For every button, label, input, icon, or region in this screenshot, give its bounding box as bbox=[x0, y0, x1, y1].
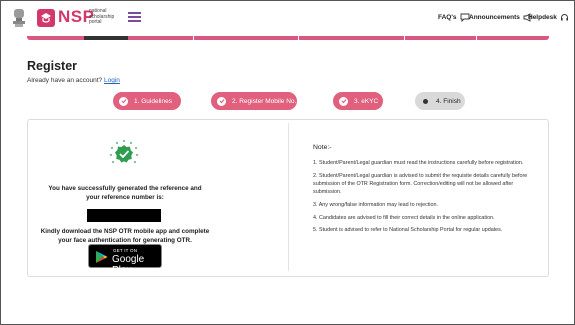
menu-icon[interactable] bbox=[128, 12, 141, 24]
faqs-link[interactable]: FAQ's bbox=[438, 13, 470, 22]
check-icon bbox=[119, 96, 128, 106]
nav-strip-separator bbox=[298, 36, 299, 40]
nav-strip bbox=[27, 36, 549, 40]
login-prompt-text: Already have an account? bbox=[27, 77, 103, 84]
note-item: 2. Student/Parent/Legal guardian is advi… bbox=[313, 172, 528, 196]
check-icon bbox=[339, 96, 348, 106]
faqs-label: FAQ's bbox=[438, 14, 457, 21]
gplay-small-text: GET IT ON bbox=[113, 248, 138, 253]
nav-strip-separator bbox=[193, 36, 194, 40]
notes-title: Note:- bbox=[313, 144, 332, 151]
check-icon bbox=[217, 96, 226, 106]
logo-subtitle: national scholarship portal bbox=[89, 8, 115, 25]
google-play-icon bbox=[96, 251, 108, 263]
note-item: 1. Student/Parent/Legal guardian must re… bbox=[313, 160, 524, 166]
page-title: Register bbox=[27, 59, 78, 73]
nsp-logo-icon bbox=[37, 9, 55, 27]
card-divider bbox=[288, 123, 289, 271]
announcements-label: Announcements bbox=[469, 14, 520, 21]
nav-strip-active bbox=[84, 36, 128, 40]
success-badge-icon bbox=[110, 140, 138, 163]
success-message: You have successfully generated the refe… bbox=[48, 185, 202, 201]
step-register-mobile[interactable]: 2. Register Mobile No. bbox=[211, 92, 297, 110]
helpdesk-label: Helpdesk bbox=[528, 14, 557, 21]
step-guidelines[interactable]: 1. Guidelines bbox=[113, 92, 181, 110]
nav-strip-separator bbox=[404, 36, 405, 40]
app-frame: NSP national scholarship portal FAQ's An… bbox=[0, 0, 575, 325]
headset-icon bbox=[560, 14, 568, 21]
notes-list: 1. Student/Parent/Legal guardian must re… bbox=[313, 159, 533, 239]
step-label: 4. Finish bbox=[436, 97, 461, 105]
step-finish[interactable]: 4. Finish bbox=[415, 92, 465, 110]
step-ekyc[interactable]: 3. eKYC bbox=[333, 92, 383, 110]
step-label: 3. eKYC bbox=[354, 97, 379, 105]
helpdesk-link[interactable]: Helpdesk bbox=[528, 13, 569, 22]
reference-number-redacted bbox=[87, 209, 161, 222]
current-step-dot-icon bbox=[423, 98, 428, 104]
download-instruction: Kindly download the NSP OTR mobile app a… bbox=[40, 228, 210, 244]
national-emblem-icon bbox=[13, 9, 25, 27]
note-item: 3. Any wrong/false information may lead … bbox=[313, 201, 438, 208]
login-prompt: Already have an account? Login bbox=[27, 77, 120, 84]
nav-strip-separator bbox=[476, 36, 477, 40]
google-play-button[interactable]: GET IT ON Google Play bbox=[88, 244, 162, 276]
login-link[interactable]: Login bbox=[104, 77, 120, 84]
gplay-big-text: Google Play bbox=[112, 254, 145, 276]
step-label: 2. Register Mobile No. bbox=[232, 97, 297, 105]
note-item: 4. Candidates are advised to fill their … bbox=[313, 214, 495, 221]
announcements-link[interactable]: Announcements bbox=[469, 13, 534, 22]
note-item: 5. Student is advised to refer to Nation… bbox=[313, 227, 503, 234]
top-header: NSP national scholarship portal FAQ's An… bbox=[2, 2, 574, 36]
step-label: 1. Guidelines bbox=[134, 97, 172, 105]
